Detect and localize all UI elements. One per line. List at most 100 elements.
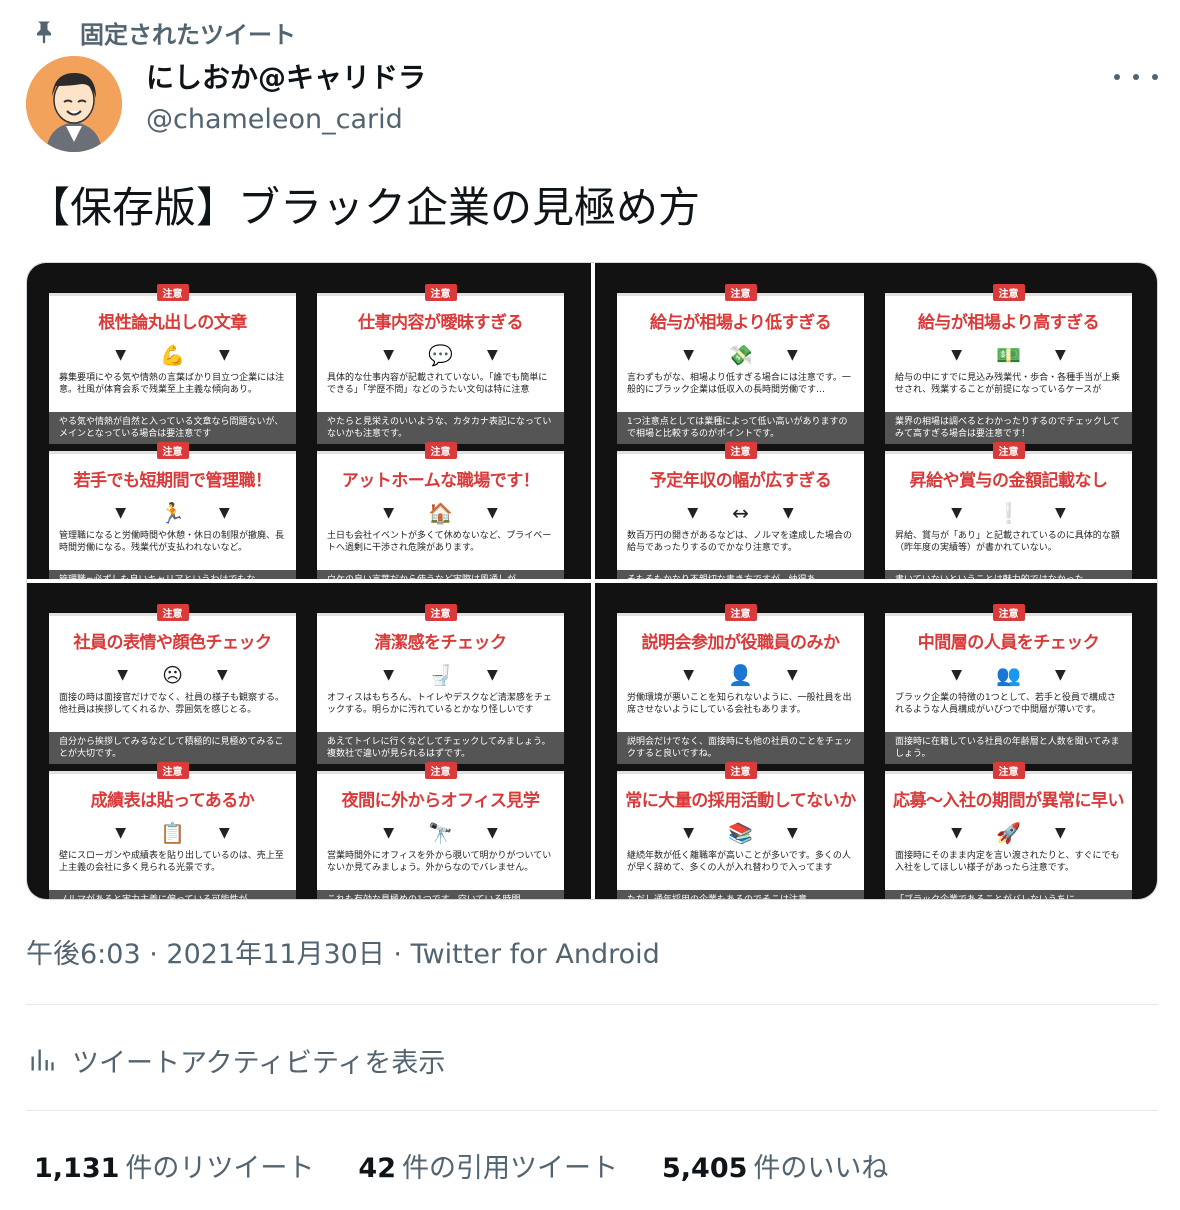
- card-footer-note: ノルマがあると実力主義に偏っている可能性が: [49, 890, 296, 899]
- arrow-down-icon: ▼: [951, 505, 963, 521]
- arrow-down-icon: ▼: [1054, 825, 1066, 841]
- arrow-down-icon: ▼: [683, 667, 695, 683]
- card-icon-row: ▼ 💸 ▼: [617, 342, 864, 368]
- card-title: 社員の表情や顔色チェック: [73, 633, 273, 653]
- card-illustration-icon: ↔: [732, 501, 749, 525]
- card-title: 夜間に外からオフィス見学: [341, 791, 540, 811]
- arrow-down-icon: ▼: [782, 505, 794, 521]
- card-title: 説明会参加が役職員のみか: [641, 633, 841, 653]
- arrow-down-icon: ▼: [383, 505, 395, 521]
- arrow-down-icon: ▼: [1054, 667, 1066, 683]
- tweet-activity-link[interactable]: ツイートアクティビティを表示: [28, 1040, 445, 1080]
- card-description: 管理職になると労働時間や休憩・休日の制限が撤廃、長時間労働になる。残業代が支払わ…: [59, 531, 285, 553]
- warning-card: 注意 説明会参加が役職員のみか ▼ 👤 ▼ 労働環境が悪いことを知られないように、一般社員…: [617, 604, 864, 764]
- card-icon-row: ▼ 💪 ▼: [49, 342, 296, 368]
- card-title: 給与が相場より低すぎる: [649, 313, 832, 333]
- activity-label: ツイートアクティビティを表示: [72, 1047, 446, 1079]
- retweets-stat[interactable]: 1,131 件のリツイート: [34, 1146, 314, 1185]
- more-options-button[interactable]: [1114, 62, 1158, 92]
- divider: [26, 1004, 1158, 1005]
- quote-tweets-stat[interactable]: 42 件の引用ツイート: [358, 1146, 618, 1185]
- warning-badge: 注意: [992, 762, 1025, 779]
- arrow-down-icon: ▼: [951, 825, 963, 841]
- warning-card: 注意 予定年収の幅が広すぎる ▼ ↔ ▼ 数百万円の開きがあるなどは、ノルマを達成した場合…: [617, 442, 864, 579]
- card-title: 昇給や賞与の金額記載なし: [909, 471, 1109, 491]
- stat-count: 42: [358, 1153, 396, 1184]
- tweet-text: 【保存版】ブラック企業の見極め方: [28, 183, 701, 232]
- card-footer-note: あえてトイレに行くなどしてチェックしてみましょう。複数社で違いが見られるはずです…: [317, 732, 564, 764]
- card-illustration-icon: 🏃: [160, 501, 185, 525]
- more-dot-icon: [1133, 74, 1139, 80]
- likes-stat[interactable]: 5,405 件のいいね: [662, 1146, 888, 1185]
- card-footer-note: 書いていないということは魅力的ではなかった: [885, 570, 1132, 579]
- card-icon-row: ▼ 🔭 ▼: [317, 820, 564, 846]
- stat-label: 件のいいね: [753, 1153, 889, 1184]
- arrow-down-icon: ▼: [786, 825, 798, 841]
- warning-badge: 注意: [156, 442, 189, 459]
- tweet-media[interactable]: 注意 根性論丸出しの文章 ▼ 💪 ▼ 募集要項にやる気や情熱の言葉ばかり目立つ企業には注意…: [26, 262, 1158, 900]
- card-illustration-icon: 🚽: [428, 663, 453, 687]
- warning-card: 注意 根性論丸出しの文章 ▼ 💪 ▼ 募集要項にやる気や情熱の言葉ばかり目立つ企業には注意…: [49, 284, 296, 444]
- card-description: 昇給、賞与が「あり」と記載されているのに具体的な額（昨年度の実績等）が書かれてい…: [895, 531, 1120, 553]
- card-title: アットホームな職場です！: [341, 471, 540, 491]
- arrow-down-icon: ▼: [786, 347, 798, 363]
- arrow-down-icon: ▼: [486, 825, 498, 841]
- arrow-down-icon: ▼: [486, 347, 498, 363]
- tweet-source[interactable]: Twitter for Android: [411, 939, 660, 970]
- arrow-down-icon: ▼: [683, 347, 695, 363]
- arrow-down-icon: ▼: [383, 347, 395, 363]
- author-name[interactable]: にしおか@キャリドラ: [146, 58, 426, 98]
- card-title: 仕事内容が曖昧すぎる: [358, 313, 524, 333]
- warning-badge: 注意: [992, 604, 1025, 621]
- card-description: 面接の時は面接官だけでなく、社員の様子も観察する。他社員は挨拶してくれるか、雰囲…: [59, 693, 285, 715]
- card-description: 面接時にそのまま内定を言い渡されたりと、すぐにでも入社をしてほしい様子があったら…: [895, 851, 1120, 873]
- card-title: 応募～入社の期間が異常に早い: [893, 791, 1125, 811]
- card-icon-row: ▼ 💵 ▼: [885, 342, 1132, 368]
- warning-badge: 注意: [424, 284, 457, 301]
- card-title: 若手でも短期間で管理職！: [73, 471, 273, 491]
- warning-card: 注意 応募～入社の期間が異常に早い ▼ 🚀 ▼ 面接時にそのまま内定を言い渡されたりと、す…: [885, 762, 1132, 899]
- card-footer-note: 「ブラック企業であることがバレないうちに、: [885, 890, 1132, 899]
- warning-badge: 注意: [724, 604, 757, 621]
- card-title: 清潔感をチェック: [374, 633, 508, 653]
- card-description: 具体的な仕事内容が記載されていない。「誰でも簡単にできる」「学歴不問」などのうた…: [327, 373, 548, 395]
- card-icon-row: ▼ ↔ ▼: [617, 500, 864, 526]
- arrow-down-icon: ▼: [383, 825, 395, 841]
- card-description: オフィスはもちろん、トイレやデスクなど清潔感をチェックする。明らかに汚れていると…: [327, 693, 552, 715]
- warning-card: 注意 中間層の人員をチェック ▼ 👥 ▼ ブラック企業の特徴の1つとして、若手と役員で構成…: [885, 604, 1132, 764]
- warning-badge: 注意: [156, 284, 189, 301]
- card-footer-note: これも有効な見極めの1つです。空いている時間: [317, 890, 564, 899]
- analytics-icon: [31, 1049, 54, 1071]
- tweet-metadata: 午後6:03 · 2021年11月30日 · Twitter for Andro…: [26, 932, 660, 971]
- card-illustration-icon: 👤: [728, 663, 753, 687]
- stat-count: 5,405: [661, 1153, 748, 1184]
- card-icon-row: ▼ 👤 ▼: [617, 662, 864, 688]
- card-illustration-icon: 📋: [160, 821, 185, 845]
- arrow-down-icon: ▼: [216, 667, 228, 683]
- media-panel[interactable]: 注意 説明会参加が役職員のみか ▼ 👤 ▼ 労働環境が悪いことを知られないように、一般社員…: [595, 583, 1157, 899]
- avatar-illustration: [26, 56, 122, 152]
- warning-card: 注意仕事内容が曖昧すぎる ▼ 💬 ▼ 具体的な仕事内容が記載されていない。「誰でも簡単に…: [317, 284, 564, 444]
- card-illustration-icon: 💬: [428, 343, 453, 367]
- card-footer-note: 自分から挨拶してみるなどして積極的に見極めてみることが大切です。: [49, 732, 296, 764]
- media-panel[interactable]: 注意 社員の表情や顔色チェック ▼ ☹ ▼ 面接の時は面接官だけでなく、社員の様子も観察す…: [27, 583, 591, 899]
- card-title: 中間層の人員をチェック: [917, 633, 1100, 653]
- warning-badge: 注意: [724, 284, 757, 301]
- warning-badge: 注意: [156, 762, 189, 779]
- warning-badge: 注意: [724, 442, 757, 459]
- card-description: 営業時間外にオフィスを外から覗いて明かりがついていないか見てみましょう。外からな…: [327, 851, 552, 873]
- arrow-down-icon: ▼: [115, 825, 127, 841]
- warning-badge: 注意: [424, 442, 457, 459]
- warning-card: 注意 成績表は貼ってあるか ▼ 📋 ▼ 壁にスローガンや成績表を貼り出しているのは、売上至…: [49, 762, 296, 899]
- avatar[interactable]: [26, 56, 122, 152]
- tweet-date[interactable]: 2021年11月30日: [166, 939, 384, 970]
- card-illustration-icon: 🏠: [428, 501, 453, 525]
- media-panel[interactable]: 注意 根性論丸出しの文章 ▼ 💪 ▼ 募集要項にやる気や情熱の言葉ばかり目立つ企業には注意…: [27, 263, 591, 579]
- media-panel[interactable]: 注意 給与が相場より低すぎる ▼ 💸 ▼ 言わずもがな、相場より低すぎる場合には注意です。…: [595, 263, 1157, 579]
- card-footer-note: そもそもかなり不親切な書き方ですが、納得あ: [617, 570, 864, 579]
- card-footer-note: やたらと見栄えのいいような、カタカナ表記になっていないかも注意です。: [317, 412, 564, 444]
- card-footer-note: ウケの良い言葉だから使うなど実際は風通しが: [317, 570, 564, 579]
- author-handle[interactable]: @chameleon_carid: [146, 100, 426, 140]
- tweet-time[interactable]: 午後6:03: [26, 939, 141, 970]
- author-info[interactable]: にしおか@キャリドラ @chameleon_carid: [146, 58, 426, 140]
